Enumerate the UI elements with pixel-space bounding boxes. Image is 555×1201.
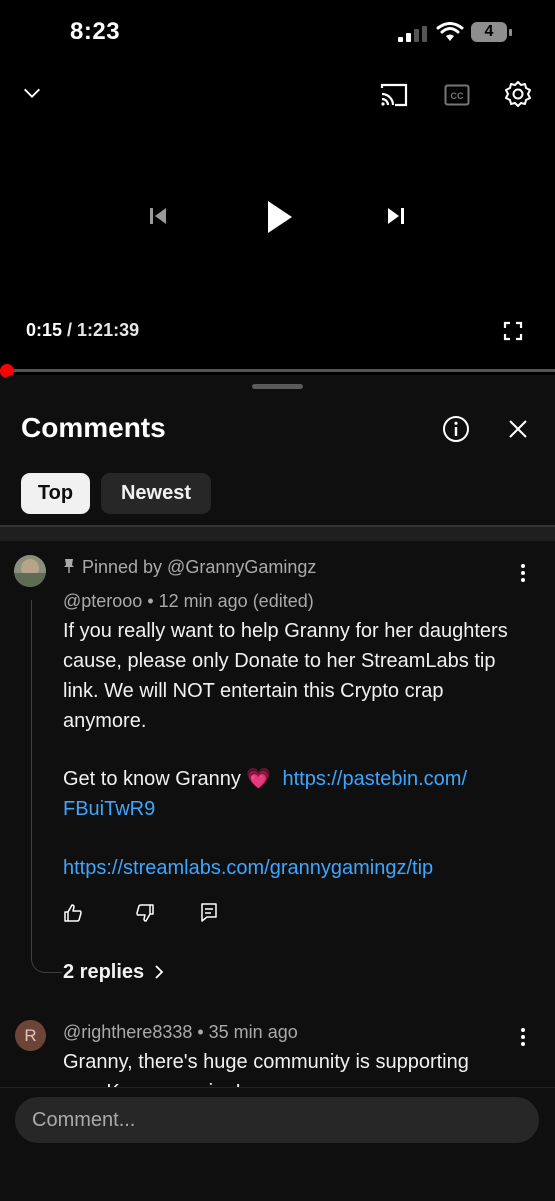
avatar[interactable] bbox=[14, 555, 46, 587]
minimize-button[interactable] bbox=[17, 78, 47, 108]
comment-text: Get to know Granny bbox=[63, 768, 247, 790]
comment-menu-button[interactable] bbox=[510, 560, 536, 586]
status-time: 8:23 bbox=[70, 18, 121, 45]
pin-icon bbox=[64, 559, 74, 573]
dislike-icon bbox=[136, 904, 154, 922]
pastebin-link-continued[interactable]: FBuiTwR9 bbox=[63, 798, 155, 820]
captions-icon: CC bbox=[444, 84, 470, 106]
comment-author[interactable]: @righthere8338 bbox=[63, 1022, 192, 1042]
replies-button[interactable]: 2 replies bbox=[63, 961, 164, 984]
comment-menu-button[interactable] bbox=[510, 1024, 536, 1050]
comment-timestamp: • 12 min ago (edited) bbox=[142, 591, 314, 611]
comment-paragraph: If you really want to help Granny for he… bbox=[63, 620, 508, 732]
previous-icon bbox=[150, 208, 166, 224]
battery-level: 4 bbox=[484, 23, 494, 40]
comment-meta: @pterooo • 12 min ago (edited) bbox=[63, 591, 314, 612]
status-bar: 8:23 4 bbox=[0, 0, 555, 60]
thread-line bbox=[31, 600, 62, 973]
drag-handle[interactable] bbox=[252, 384, 303, 389]
info-button[interactable] bbox=[440, 413, 472, 445]
previous-button[interactable] bbox=[142, 200, 174, 232]
cellular-signal-icon bbox=[398, 26, 427, 42]
captions-button[interactable]: CC bbox=[441, 80, 473, 110]
comments-title: Comments bbox=[21, 412, 166, 443]
play-button[interactable] bbox=[256, 194, 302, 240]
comment-author[interactable]: @pterooo bbox=[63, 591, 142, 611]
settings-gear-icon bbox=[505, 81, 531, 107]
cast-icon bbox=[380, 83, 408, 107]
cast-button[interactable] bbox=[377, 80, 411, 110]
svg-text:CC: CC bbox=[451, 91, 464, 101]
progress-bar[interactable] bbox=[0, 369, 555, 372]
comment-text: Granny, there's huge community is suppor… bbox=[63, 1051, 469, 1073]
chip-newest[interactable]: Newest bbox=[101, 473, 211, 514]
like-button[interactable] bbox=[60, 900, 86, 926]
battery-indicator: 4 bbox=[471, 22, 513, 42]
duration: 1:21:39 bbox=[77, 320, 140, 340]
reply-button[interactable] bbox=[196, 899, 222, 925]
close-button[interactable] bbox=[503, 414, 533, 444]
next-button[interactable] bbox=[380, 200, 412, 232]
section-separator bbox=[0, 527, 555, 541]
comment-meta: @righthere8338 • 35 min ago bbox=[63, 1022, 298, 1043]
current-time: 0:15 bbox=[26, 320, 63, 340]
chip-top[interactable]: Top bbox=[21, 473, 90, 514]
next-icon bbox=[388, 208, 404, 224]
like-icon bbox=[64, 904, 82, 922]
pastebin-link[interactable]: https://pastebin.com/ bbox=[282, 768, 467, 790]
reply-icon bbox=[201, 903, 217, 922]
more-vert-icon bbox=[521, 564, 525, 582]
time-separator: / bbox=[62, 320, 78, 340]
more-vert-icon bbox=[521, 1028, 525, 1046]
pinned-text: Pinned by @GrannyGamingz bbox=[82, 557, 317, 577]
settings-button[interactable] bbox=[502, 78, 534, 110]
close-icon bbox=[509, 420, 527, 438]
pinned-label: Pinned by @GrannyGamingz bbox=[63, 557, 316, 578]
fullscreen-icon bbox=[503, 321, 523, 341]
play-icon bbox=[268, 201, 292, 233]
avatar[interactable]: R bbox=[15, 1020, 46, 1051]
streamlabs-link[interactable]: https://streamlabs.com/grannygamingz/tip bbox=[63, 853, 433, 883]
comment-input[interactable] bbox=[15, 1097, 539, 1143]
wifi-icon bbox=[436, 22, 464, 41]
time-display: 0:15 / 1:21:39 bbox=[26, 320, 139, 341]
chevron-right-icon bbox=[155, 965, 164, 979]
chevron-down-icon bbox=[24, 88, 40, 98]
comment-line-links: Get to know Granny 💗 https://pastebin.co… bbox=[63, 764, 543, 824]
heart-emoji: 💗 bbox=[246, 768, 272, 790]
info-icon bbox=[443, 416, 469, 442]
comment-timestamp: • 35 min ago bbox=[192, 1022, 298, 1042]
replies-label: 2 replies bbox=[63, 961, 145, 983]
dislike-button[interactable] bbox=[132, 900, 158, 926]
fullscreen-button[interactable] bbox=[498, 316, 528, 346]
